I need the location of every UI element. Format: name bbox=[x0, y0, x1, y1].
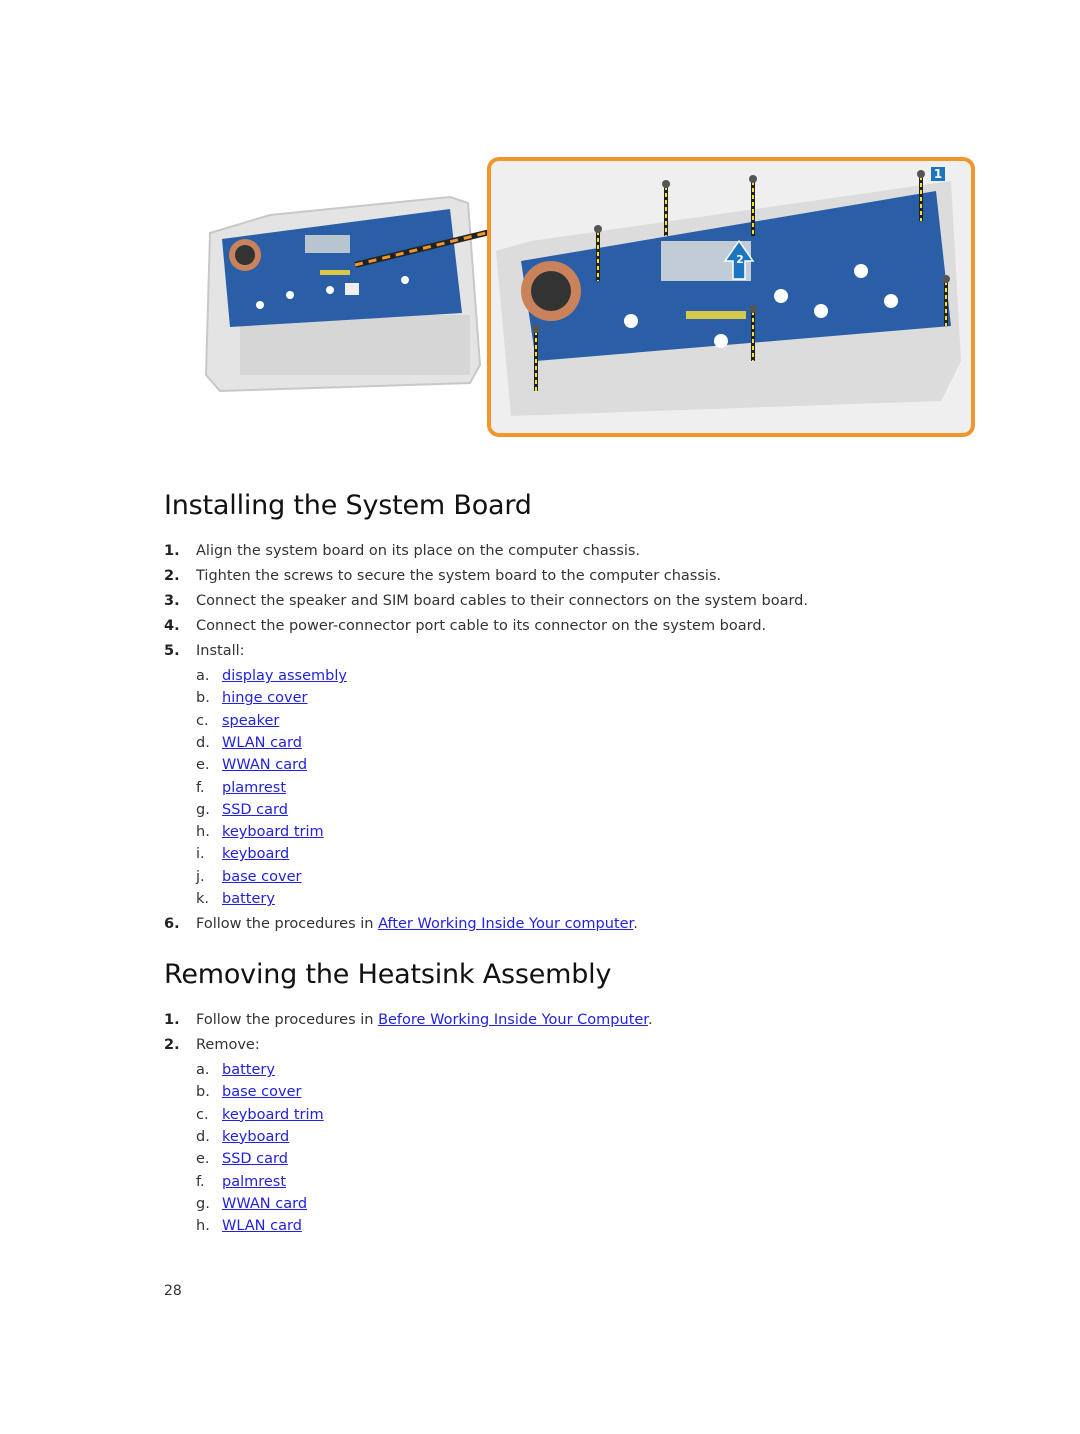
item-link[interactable]: hinge cover bbox=[222, 690, 307, 706]
install-step-5: 5. Install: bbox=[164, 641, 245, 661]
step-number: 1. bbox=[164, 1012, 180, 1028]
install-step-2: 2. Tighten the screws to secure the syste… bbox=[164, 566, 721, 586]
item-link[interactable]: WLAN card bbox=[222, 735, 302, 751]
item-letter: a. bbox=[196, 1062, 210, 1078]
step-number: 1. bbox=[164, 543, 180, 559]
item-link[interactable]: keyboard bbox=[222, 1129, 289, 1145]
step-number: 2. bbox=[164, 568, 180, 584]
item-letter: a. bbox=[196, 668, 210, 684]
item-letter: i. bbox=[196, 846, 205, 863]
item-letter: g. bbox=[196, 801, 210, 818]
step-badge-1: 1 bbox=[931, 167, 945, 181]
step-number: 4. bbox=[164, 618, 180, 634]
step-suffix: . bbox=[633, 916, 638, 932]
step-text: Align the system board on its place on t… bbox=[196, 543, 641, 559]
step-text: Connect the power-connector port cable t… bbox=[196, 618, 767, 634]
item-letter: f. bbox=[196, 1173, 205, 1190]
section-title-installing-system-board: Installing the System Board bbox=[164, 490, 532, 521]
item-letter: h. bbox=[196, 1218, 210, 1235]
list-item: c. keyboard trim bbox=[196, 1105, 324, 1125]
list-item: d. keyboard bbox=[196, 1127, 289, 1147]
install-step-4: 4. Connect the power-connector port cable… bbox=[164, 616, 766, 636]
remove-step-2: 2. Remove: bbox=[164, 1035, 260, 1055]
section-title-removing-heatsink: Removing the Heatsink Assembly bbox=[164, 959, 612, 990]
step-number: 3. bbox=[164, 593, 180, 609]
step-text: Remove: bbox=[196, 1037, 260, 1053]
item-letter: h. bbox=[196, 824, 210, 841]
list-item: h. WLAN card bbox=[196, 1216, 302, 1236]
item-link[interactable]: plamrest bbox=[222, 780, 286, 796]
system-board-illustration: 1 2 bbox=[195, 150, 980, 440]
list-item: d. WLAN card bbox=[196, 733, 302, 753]
step-text: Connect the speaker and SIM board cables… bbox=[196, 593, 808, 609]
callout-leader-line bbox=[354, 229, 491, 268]
item-link[interactable]: battery bbox=[222, 1062, 275, 1078]
remove-step-1: 1. Follow the procedures in Before Workin… bbox=[164, 1010, 653, 1030]
list-item: c. speaker bbox=[196, 711, 279, 731]
list-item: g. SSD card bbox=[196, 800, 288, 820]
item-link[interactable]: WWAN card bbox=[222, 757, 307, 773]
zoomed-callout-panel: 1 2 bbox=[487, 157, 975, 437]
item-link[interactable]: speaker bbox=[222, 713, 279, 729]
item-link[interactable]: SSD card bbox=[222, 802, 288, 818]
step-text: Tighten the screws to secure the system … bbox=[196, 568, 722, 584]
item-letter: g. bbox=[196, 1195, 210, 1212]
item-letter: k. bbox=[196, 891, 210, 907]
item-letter: c. bbox=[196, 712, 209, 729]
list-item: e. WWAN card bbox=[196, 755, 307, 775]
install-step-3: 3. Connect the speaker and SIM board cabl… bbox=[164, 591, 808, 611]
list-item: a. display assembly bbox=[196, 666, 347, 686]
list-item: b. hinge cover bbox=[196, 688, 307, 708]
item-letter: f. bbox=[196, 779, 205, 796]
install-step-6: 6. Follow the procedures in After Working… bbox=[164, 914, 638, 934]
page-number: 28 bbox=[164, 1283, 182, 1299]
list-item: f. plamrest bbox=[196, 778, 286, 798]
list-item: b. base cover bbox=[196, 1082, 301, 1102]
list-item: a. battery bbox=[196, 1060, 275, 1080]
item-letter: d. bbox=[196, 734, 210, 751]
list-item: h. keyboard trim bbox=[196, 822, 324, 842]
step-text: Install: bbox=[196, 643, 245, 659]
step-number: 2. bbox=[164, 1037, 180, 1053]
item-link[interactable]: base cover bbox=[222, 869, 301, 885]
item-link[interactable]: keyboard bbox=[222, 846, 289, 862]
item-link[interactable]: battery bbox=[222, 891, 275, 907]
list-item: k. battery bbox=[196, 889, 275, 909]
step-number: 6. bbox=[164, 916, 180, 932]
item-link[interactable]: keyboard trim bbox=[222, 824, 324, 840]
after-working-inside-link[interactable]: After Working Inside Your computer bbox=[378, 916, 633, 932]
item-letter: b. bbox=[196, 1084, 210, 1101]
step-suffix: . bbox=[647, 1012, 653, 1028]
item-letter: j. bbox=[196, 868, 205, 885]
item-letter: e. bbox=[196, 757, 210, 774]
item-link[interactable]: base cover bbox=[222, 1084, 301, 1100]
item-link[interactable]: display assembly bbox=[222, 668, 347, 684]
step-text: Follow the procedures in bbox=[196, 1012, 379, 1028]
step-number: 5. bbox=[164, 643, 180, 659]
step-badge-2: 2 bbox=[736, 253, 744, 266]
before-working-inside-link[interactable]: Before Working Inside Your Computer bbox=[378, 1012, 648, 1028]
item-letter: d. bbox=[196, 1128, 210, 1145]
list-item: i. keyboard bbox=[196, 844, 289, 864]
item-link[interactable]: palmrest bbox=[222, 1174, 286, 1190]
step-text: Follow the procedures in bbox=[196, 916, 379, 932]
item-letter: b. bbox=[196, 690, 210, 707]
list-item: f. palmrest bbox=[196, 1172, 286, 1192]
item-link[interactable]: WWAN card bbox=[222, 1196, 307, 1212]
list-item: g. WWAN card bbox=[196, 1194, 307, 1214]
list-item: e. SSD card bbox=[196, 1149, 288, 1169]
item-letter: c. bbox=[196, 1106, 209, 1123]
item-link[interactable]: keyboard trim bbox=[222, 1107, 324, 1123]
list-item: j. base cover bbox=[196, 867, 301, 887]
install-step-1: 1. Align the system board on its place on… bbox=[164, 541, 640, 561]
item-letter: e. bbox=[196, 1151, 210, 1168]
item-link[interactable]: SSD card bbox=[222, 1151, 288, 1167]
item-link[interactable]: WLAN card bbox=[222, 1218, 302, 1234]
